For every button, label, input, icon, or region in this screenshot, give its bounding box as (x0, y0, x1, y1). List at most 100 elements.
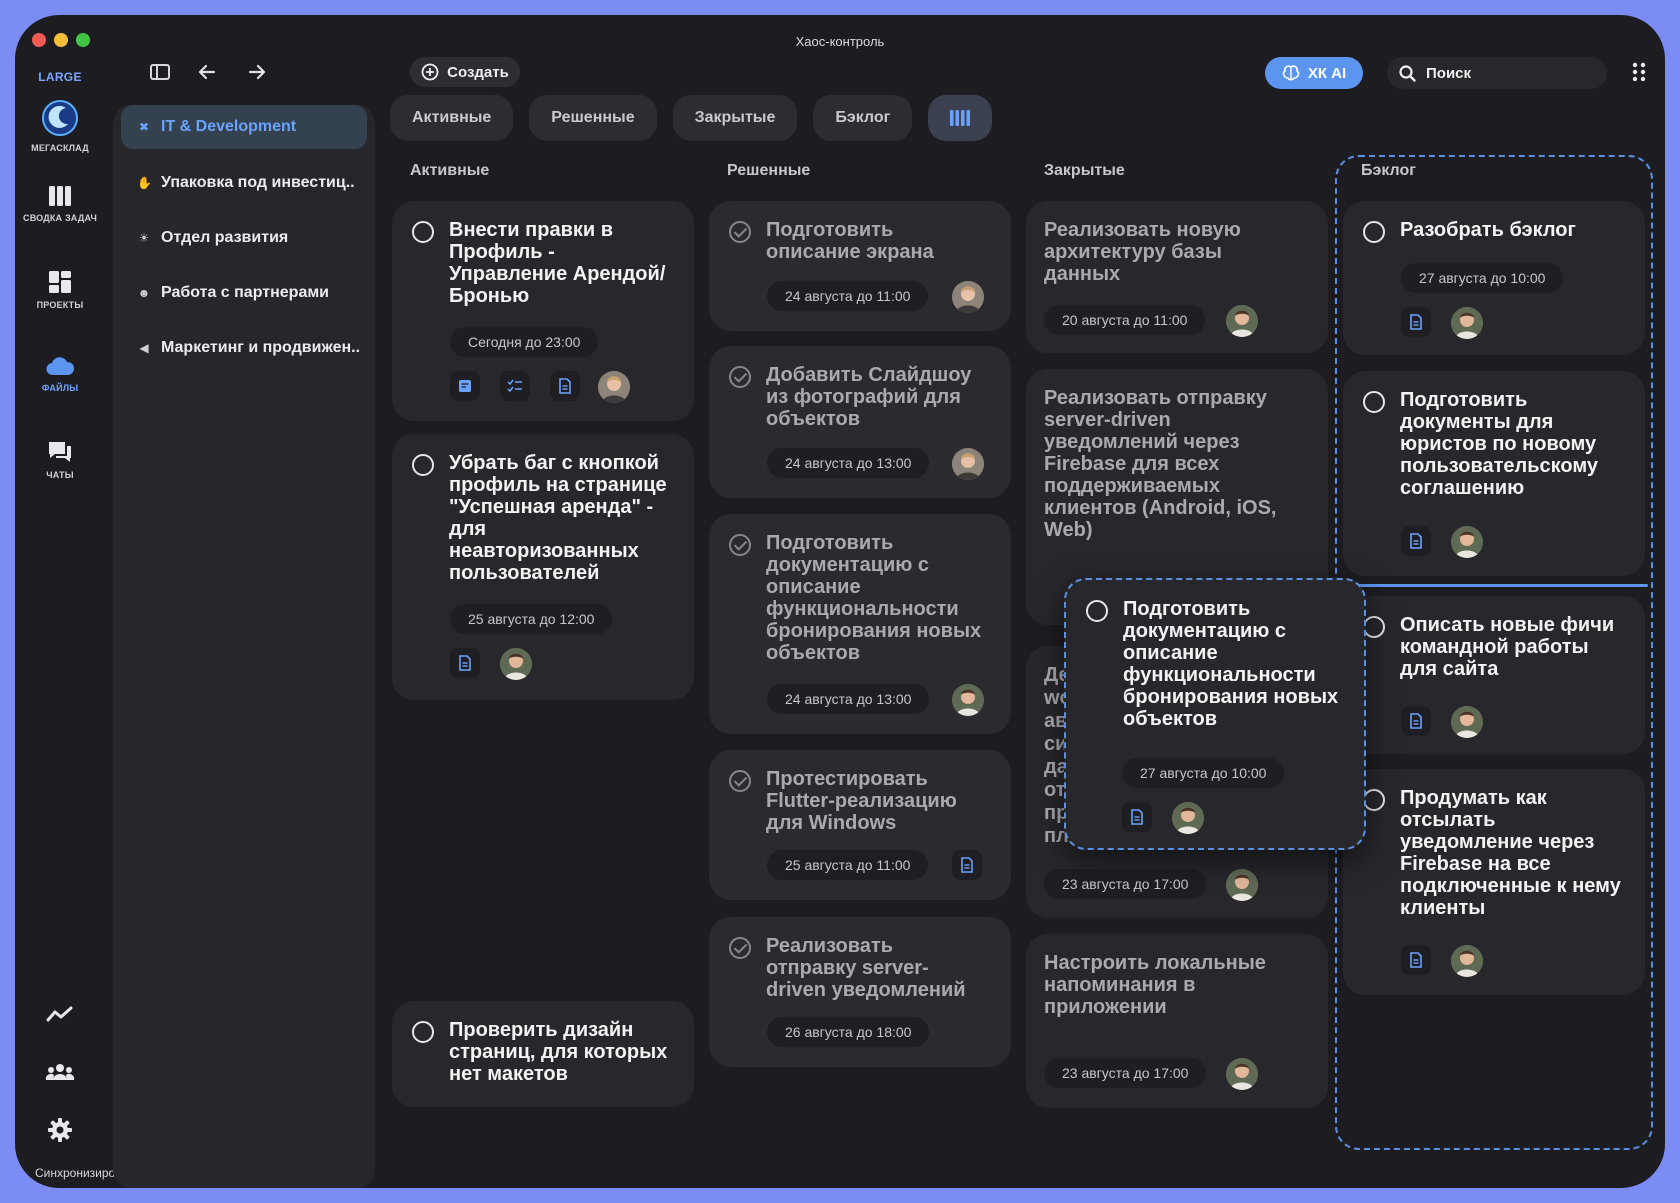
task-checkbox[interactable] (1086, 600, 1108, 622)
back-button[interactable] (192, 57, 222, 87)
avatar[interactable] (598, 371, 630, 403)
task-checkbox[interactable] (412, 221, 434, 243)
task-card[interactable]: Описать новые фичи командной работы для … (1343, 596, 1645, 754)
task-due-date[interactable]: 27 августа до 10:00 (1122, 758, 1285, 788)
sidebar-item-it-development[interactable]: ✖ IT & Development (121, 105, 367, 149)
sidebar-item-investment[interactable]: ✋ Упаковка под инвестиц.. (121, 161, 367, 205)
task-checkbox[interactable] (412, 454, 434, 476)
note-chip[interactable] (450, 371, 480, 401)
rail-item-chats[interactable]: ЧАТЫ (15, 440, 105, 510)
task-due-date[interactable]: 24 августа до 13:00 (767, 448, 930, 478)
task-checkbox[interactable] (729, 937, 751, 959)
task-due-date[interactable]: 25 августа до 11:00 (767, 850, 929, 880)
avatar[interactable] (952, 281, 984, 313)
task-checkbox[interactable] (729, 366, 751, 388)
tab-closed[interactable]: Закрытые (672, 95, 798, 141)
ai-assistant-button[interactable]: ХК AI (1265, 57, 1363, 89)
sidebar-item-marketing[interactable]: ◀ Маркетинг и продвижен.. (121, 326, 367, 370)
task-due-date[interactable]: 24 августа до 13:00 (767, 684, 930, 714)
checklist-chip[interactable] (500, 371, 530, 401)
sidebar-item-development-dept[interactable]: ☀ Отдел развития (121, 216, 367, 260)
size-label[interactable]: LARGE (15, 70, 105, 84)
tab-board-view[interactable] (928, 95, 993, 141)
document-chip[interactable] (1122, 802, 1152, 832)
task-card[interactable]: Настроить локальные напоминания в прилож… (1026, 934, 1328, 1108)
task-due-date[interactable]: 25 августа до 12:00 (450, 604, 613, 634)
people-icon: ☻ (137, 286, 151, 300)
task-checkbox[interactable] (1363, 789, 1385, 811)
settings-button[interactable] (15, 1117, 105, 1148)
task-title: Реализовать отправку server-driven уведо… (1044, 387, 1277, 541)
avatar[interactable] (1451, 526, 1483, 558)
tab-active[interactable]: Активные (390, 95, 514, 141)
avatar[interactable] (1226, 305, 1258, 337)
columns-icon (950, 110, 971, 126)
task-due-date[interactable]: 23 августа до 17:00 (1044, 869, 1207, 899)
rail-item-files[interactable]: ФАЙЛЫ (15, 355, 105, 425)
task-checkbox[interactable] (412, 1021, 434, 1043)
avatar[interactable] (1172, 802, 1204, 834)
document-chip[interactable] (550, 371, 580, 401)
task-card[interactable]: Убрать баг с кнопкой профиль на странице… (392, 434, 694, 700)
columns-icon (49, 186, 71, 206)
task-card[interactable]: Протестировать Flutter-реализацию для Wi… (709, 750, 1011, 900)
task-checkbox[interactable] (729, 221, 751, 243)
dragged-task-card[interactable]: Подготовить документацию с описание функ… (1064, 578, 1366, 850)
analytics-button[interactable] (15, 1005, 105, 1028)
rail-item-projects[interactable]: ПРОЕКТЫ (15, 270, 105, 340)
drop-indicator (1358, 584, 1648, 587)
task-checkbox[interactable] (729, 770, 751, 792)
document-icon (1130, 809, 1144, 825)
create-button[interactable]: Создать (410, 57, 520, 87)
task-due-date[interactable]: 20 августа до 11:00 (1044, 305, 1206, 335)
avatar[interactable] (500, 648, 532, 680)
avatar[interactable] (952, 448, 984, 480)
document-chip[interactable] (1401, 945, 1431, 975)
avatar[interactable] (1451, 945, 1483, 977)
avatar[interactable] (1451, 706, 1483, 738)
task-due-date[interactable]: 27 августа до 10:00 (1401, 263, 1564, 293)
avatar[interactable] (1226, 1058, 1258, 1090)
task-card[interactable]: Реализовать отправку server-driven уведо… (709, 917, 1011, 1067)
plus-circle-icon (421, 63, 439, 81)
task-card[interactable]: Подготовить документацию с описание функ… (709, 514, 1011, 734)
tab-solved[interactable]: Решенные (529, 95, 657, 141)
search-input[interactable] (1426, 64, 1586, 82)
tab-backlog[interactable]: Бэклог (813, 95, 913, 141)
document-chip[interactable] (952, 850, 982, 880)
team-button[interactable] (15, 1063, 105, 1086)
avatar[interactable] (1226, 869, 1258, 901)
search-box[interactable] (1387, 57, 1607, 89)
task-card[interactable]: Подготовить документы для юристов по нов… (1343, 371, 1645, 576)
task-due-date[interactable]: Сегодня до 23:00 (450, 327, 599, 357)
apps-menu-button[interactable] (1627, 60, 1651, 84)
sidebar-item-partners[interactable]: ☻ Работа с партнерами (121, 271, 367, 315)
task-card[interactable]: Реализовать новую архитектуру базы данны… (1026, 201, 1328, 353)
toggle-sidebar-button[interactable] (145, 57, 175, 87)
tools-icon: ✖ (138, 120, 150, 134)
megaphone-icon: ◀ (139, 341, 149, 355)
document-chip[interactable] (1401, 706, 1431, 736)
document-chip[interactable] (450, 648, 480, 678)
document-chip[interactable] (1401, 307, 1431, 337)
avatar[interactable] (1451, 307, 1483, 339)
task-checkbox[interactable] (1363, 221, 1385, 243)
task-card[interactable]: Внести правки в Профиль - Управление Аре… (392, 201, 694, 421)
forward-button[interactable] (242, 57, 272, 87)
logo[interactable]: МЕГАСКЛАД (15, 99, 105, 169)
dots-grid-icon (1632, 62, 1646, 82)
avatar[interactable] (952, 684, 984, 716)
task-due-date[interactable]: 26 августа до 18:00 (767, 1017, 930, 1047)
task-checkbox[interactable] (1363, 391, 1385, 413)
task-card[interactable]: Продумать как отсылать уведомление через… (1343, 769, 1645, 995)
task-card[interactable]: Подготовить описание экрана 24 августа д… (709, 201, 1011, 331)
task-card[interactable]: Проверить дизайн страниц, для которых не… (392, 1001, 694, 1107)
task-checkbox[interactable] (1363, 616, 1385, 638)
task-checkbox[interactable] (729, 534, 751, 556)
task-card[interactable]: Добавить Слайдшоу из фотографий для объе… (709, 346, 1011, 498)
task-card[interactable]: Разобрать бэклог 27 августа до 10:00 (1343, 201, 1645, 355)
task-due-date[interactable]: 24 августа до 11:00 (767, 281, 929, 311)
task-due-date[interactable]: 23 августа до 17:00 (1044, 1058, 1207, 1088)
document-chip[interactable] (1401, 526, 1431, 556)
rail-item-summary[interactable]: СВОДКА ЗАДАЧ (15, 185, 105, 255)
